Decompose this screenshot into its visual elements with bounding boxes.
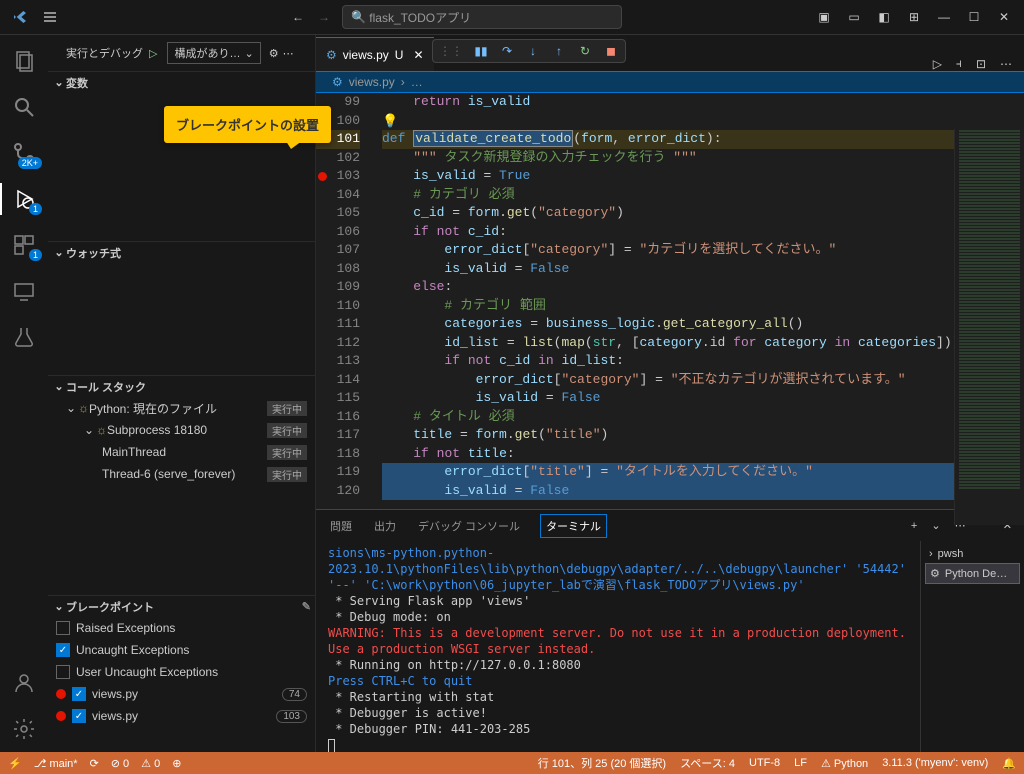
- panel-tab[interactable]: デバッグ コンソール: [416, 514, 522, 538]
- callstack-item[interactable]: Thread-6 (serve_forever)実行中: [48, 463, 315, 485]
- nav-back-icon[interactable]: ←: [290, 9, 306, 25]
- debug-sidebar: 実行とデバッグ ▷ 構成があり…⌄ ⚙ ⋯ ⌄変数 ⌄ウォッチ式 ⌄コール スタ…: [48, 35, 316, 757]
- layout-primary-icon[interactable]: ▣: [816, 9, 832, 25]
- notifications-icon[interactable]: 🔔: [1002, 757, 1016, 770]
- breakpoint-file[interactable]: ✓views.py74: [48, 683, 315, 705]
- new-terminal-icon[interactable]: +: [911, 520, 917, 532]
- sidebar-title: 実行とデバッグ: [66, 45, 143, 61]
- section-callstack[interactable]: ⌄コール スタック: [48, 375, 315, 397]
- explorer-icon[interactable]: [12, 49, 36, 73]
- bottom-panel: 問題出力デバッグ コンソールターミナル+⌄⋯⌃✕ sions\ms-python…: [316, 509, 1024, 757]
- terminal-dropdown-icon[interactable]: ⌄: [931, 519, 940, 532]
- window-close-icon[interactable]: ✕: [996, 9, 1012, 25]
- callstack-item[interactable]: MainThread実行中: [48, 441, 315, 463]
- gear-icon[interactable]: ⚙: [269, 47, 279, 60]
- errors-count[interactable]: ⊘ 0: [111, 757, 129, 770]
- editor-tabs: ⚙ views.py U ✕ ⋮⋮ ▮▮ ↷ ↓ ↑ ↻ ◼ ▷ ⫞ ⊡ ⋯: [316, 35, 1024, 71]
- activity-bar: 2K+ 1 1: [0, 35, 48, 757]
- command-center[interactable]: 🔍 flask_TODOアプリ: [342, 5, 622, 29]
- nav-forward-icon[interactable]: →: [316, 9, 332, 25]
- step-out-icon[interactable]: ↑: [551, 43, 567, 59]
- remote-indicator[interactable]: ⚡: [8, 757, 22, 770]
- terminal-item[interactable]: ›pwsh: [925, 545, 1020, 563]
- panel-tab[interactable]: ターミナル: [540, 514, 607, 538]
- encoding[interactable]: UTF-8: [749, 757, 780, 769]
- run-icon[interactable]: ▷: [933, 57, 942, 71]
- statusbar: ⚡ ⎇ main* ⟳ ⊘ 0 ⚠ 0 ⊕ 行 101、列 25 (20 個選択…: [0, 752, 1024, 774]
- grip-icon[interactable]: ⋮⋮: [439, 44, 463, 58]
- section-variables[interactable]: ⌄変数: [48, 71, 315, 93]
- debug-config-select[interactable]: 構成があり…⌄: [167, 42, 260, 64]
- split-icon[interactable]: ⫞: [956, 56, 962, 71]
- eol[interactable]: LF: [794, 757, 807, 769]
- breakpoint-file[interactable]: ✓views.py103: [48, 705, 315, 727]
- breadcrumb[interactable]: ⚙ views.py › …: [316, 71, 1024, 93]
- more-icon[interactable]: ⋯: [1000, 57, 1012, 71]
- terminal-list: ›pwsh⚙Python De…: [920, 541, 1024, 757]
- menu-icon[interactable]: [42, 9, 58, 25]
- breakpoint-option[interactable]: Raised Exceptions: [48, 617, 315, 639]
- terminal-output[interactable]: sions\ms-python.python-2023.10.1\pythonF…: [316, 541, 920, 757]
- remote-explorer-icon[interactable]: [12, 279, 36, 303]
- panel-tabs: 問題出力デバッグ コンソールターミナル+⌄⋯⌃✕: [316, 510, 1024, 541]
- port-icon[interactable]: ⊕: [172, 757, 181, 770]
- python-icon: ⚙: [332, 75, 343, 89]
- settings-icon[interactable]: [12, 717, 36, 741]
- python-version[interactable]: 3.11.3 ('myenv': venv): [882, 757, 988, 769]
- titlebar: ← → 🔍 flask_TODOアプリ ▣ ▭ ◧ ⊞ — ☐ ✕: [0, 0, 1024, 35]
- cursor-position[interactable]: 行 101、列 25 (20 個選択): [538, 755, 666, 771]
- accounts-icon[interactable]: [12, 671, 36, 695]
- layout-sidebar-icon[interactable]: ◧: [876, 9, 892, 25]
- sync-icon[interactable]: ⟳: [90, 757, 99, 770]
- stop-icon[interactable]: ◼: [603, 43, 619, 59]
- panel-tab[interactable]: 問題: [328, 514, 354, 538]
- debug-toolbar: ⋮⋮ ▮▮ ↷ ↓ ↑ ↻ ◼: [432, 39, 626, 63]
- layout-customize-icon[interactable]: ⊞: [906, 9, 922, 25]
- window-maximize-icon[interactable]: ☐: [966, 9, 982, 25]
- extensions-icon[interactable]: 1: [12, 233, 36, 257]
- breakpoint-option[interactable]: ✓Uncaught Exceptions: [48, 639, 315, 661]
- file-tab-views[interactable]: ⚙ views.py U ✕: [316, 37, 434, 71]
- language-mode[interactable]: ⚠ Python: [821, 757, 868, 770]
- git-branch[interactable]: ⎇ main*: [34, 757, 78, 770]
- panel-tab[interactable]: 出力: [372, 514, 398, 538]
- python-icon: ⚙: [326, 48, 337, 62]
- step-into-icon[interactable]: ↓: [525, 43, 541, 59]
- minimap[interactable]: document.write(Array.from({length:120},(…: [954, 129, 1024, 525]
- pause-icon[interactable]: ▮▮: [473, 43, 489, 59]
- code-editor[interactable]: 99100💡1011021031041051061071081091101111…: [316, 93, 1024, 509]
- source-control-icon[interactable]: 2K+: [12, 141, 36, 165]
- search-icon[interactable]: [12, 95, 36, 119]
- layout-panel-icon[interactable]: ▭: [846, 9, 862, 25]
- restart-icon[interactable]: ↻: [577, 43, 593, 59]
- section-breakpoints[interactable]: ⌄ブレークポイント ✎: [48, 595, 315, 617]
- warnings-count[interactable]: ⚠ 0: [141, 757, 160, 770]
- run-debug-icon[interactable]: 1: [12, 187, 36, 211]
- more-icon[interactable]: ⋯: [283, 47, 294, 60]
- vscode-logo-icon: [12, 9, 28, 25]
- step-over-icon[interactable]: ↷: [499, 43, 515, 59]
- search-icon: 🔍: [351, 10, 366, 24]
- terminal-item[interactable]: ⚙Python De…: [925, 563, 1020, 584]
- indent-info[interactable]: スペース: 4: [680, 755, 735, 771]
- close-tab-icon[interactable]: ✕: [413, 48, 423, 62]
- annotation-callout: ブレークポイントの設置: [164, 106, 331, 143]
- breakpoint-option[interactable]: User Uncaught Exceptions: [48, 661, 315, 683]
- testing-icon[interactable]: [12, 325, 36, 349]
- section-watch[interactable]: ⌄ウォッチ式: [48, 241, 315, 263]
- window-minimize-icon[interactable]: —: [936, 9, 952, 25]
- diff-icon[interactable]: ⊡: [976, 57, 986, 71]
- start-debug-icon[interactable]: ▷: [149, 47, 157, 60]
- callstack-item[interactable]: ⌄☼ Python: 現在のファイル実行中: [48, 397, 315, 419]
- callstack-item[interactable]: ⌄☼ Subprocess 18180実行中: [48, 419, 315, 441]
- editor-area: ⚙ views.py U ✕ ⋮⋮ ▮▮ ↷ ↓ ↑ ↻ ◼ ▷ ⫞ ⊡ ⋯: [316, 35, 1024, 757]
